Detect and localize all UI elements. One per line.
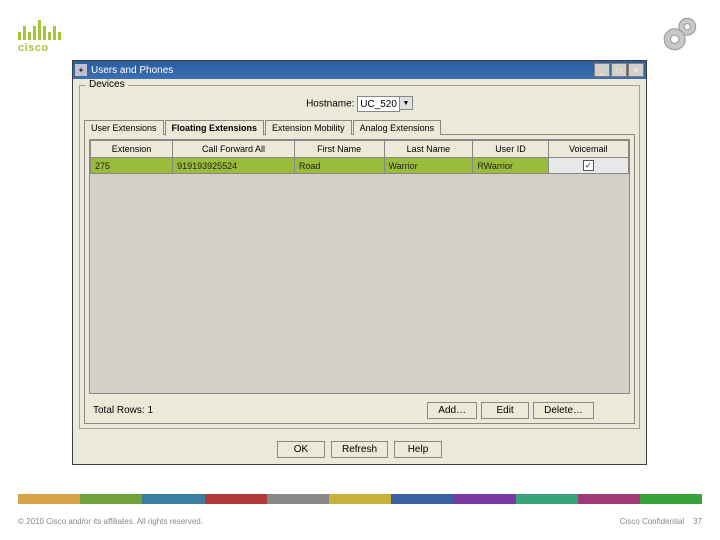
cell-first[interactable]: Road — [294, 158, 384, 174]
extensions-table: Extension Call Forward All First Name La… — [90, 140, 629, 174]
hostname-row: Hostname: UC_520 ▼ — [84, 96, 635, 112]
tab-analog-extensions[interactable]: Analog Extensions — [353, 120, 442, 135]
voicemail-checkbox[interactable]: ✓ — [583, 160, 594, 171]
tab-user-extensions[interactable]: User Extensions — [84, 120, 164, 135]
help-button[interactable]: Help — [394, 441, 442, 458]
cell-extension[interactable]: 275 — [91, 158, 173, 174]
app-window: ✦ Users and Phones _ □ × Devices Hostnam… — [72, 60, 647, 465]
ok-button[interactable]: OK — [277, 441, 325, 458]
cell-last[interactable]: Warrior — [384, 158, 473, 174]
hostname-label: Hostname: — [306, 99, 354, 110]
delete-button[interactable]: Delete… — [533, 402, 594, 419]
add-button[interactable]: Add… — [427, 402, 477, 419]
col-cfa[interactable]: Call Forward All — [173, 141, 295, 158]
tabstrip: User Extensions Floating Extensions Exte… — [84, 120, 635, 135]
cell-cfa[interactable]: 919193925524 — [173, 158, 295, 174]
col-user-id[interactable]: User ID — [473, 141, 548, 158]
edit-button[interactable]: Edit — [481, 402, 529, 419]
col-last-name[interactable]: Last Name — [384, 141, 473, 158]
cell-voicemail[interactable]: ✓ — [548, 158, 628, 174]
gear-icon — [660, 12, 702, 54]
window-title: Users and Phones — [91, 65, 173, 76]
cell-userid[interactable]: RWarrior — [473, 158, 548, 174]
app-icon: ✦ — [75, 64, 87, 76]
table-row[interactable]: 275 919193925524 Road Warrior RWarrior ✓ — [91, 158, 629, 174]
dialog-buttons: OK Refresh Help — [73, 435, 646, 464]
chevron-down-icon[interactable]: ▼ — [399, 96, 413, 110]
minimize-button[interactable]: _ — [594, 63, 610, 77]
cisco-logo: cisco — [18, 18, 61, 54]
hostname-select[interactable]: UC_520 — [357, 96, 400, 112]
slide-footer: © 2010 Cisco and/or its affiliates. All … — [18, 517, 702, 526]
hostname-value: UC_520 — [360, 99, 397, 110]
tab-panel: Extension Call Forward All First Name La… — [84, 134, 635, 424]
table-header-row: Extension Call Forward All First Name La… — [91, 141, 629, 158]
cisco-logo-bars — [18, 18, 61, 40]
total-rows-label: Total Rows: 1 — [85, 399, 161, 422]
footer-stripe — [18, 494, 702, 504]
copyright-text: © 2010 Cisco and/or its affiliates. All … — [18, 517, 203, 526]
col-first-name[interactable]: First Name — [294, 141, 384, 158]
col-voicemail[interactable]: Voicemail — [548, 141, 628, 158]
cisco-logo-text: cisco — [18, 42, 61, 54]
titlebar: ✦ Users and Phones _ □ × — [73, 61, 646, 79]
confidential-text: Cisco Confidential — [620, 517, 684, 526]
fieldset-legend: Devices — [86, 79, 128, 90]
tab-extension-mobility[interactable]: Extension Mobility — [265, 120, 352, 135]
extensions-table-wrap: Extension Call Forward All First Name La… — [89, 139, 630, 394]
close-button[interactable]: × — [628, 63, 644, 77]
page-number: 37 — [693, 517, 702, 526]
refresh-button[interactable]: Refresh — [331, 441, 388, 458]
col-extension[interactable]: Extension — [91, 141, 173, 158]
devices-fieldset: Devices Hostname: UC_520 ▼ User Extensio… — [79, 85, 640, 429]
tab-floating-extensions[interactable]: Floating Extensions — [165, 120, 265, 136]
maximize-button[interactable]: □ — [611, 63, 627, 77]
